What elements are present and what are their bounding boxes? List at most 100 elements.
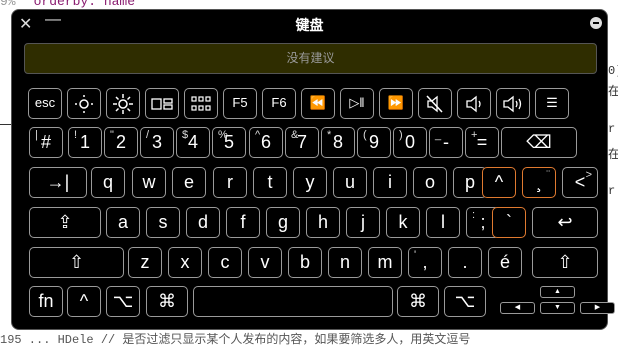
key-bottom-5[interactable]: b bbox=[288, 247, 322, 278]
key-f5[interactable]: F5 bbox=[223, 88, 257, 119]
key-main-char: m bbox=[377, 252, 393, 272]
key-command-right[interactable]: ⌘ bbox=[397, 286, 439, 317]
background-code-bottom: 195 ... HDele // 是否过滤只显示某个人发布的内容，如果要筛选多人… bbox=[0, 333, 471, 347]
key-bottom-3[interactable]: c bbox=[208, 247, 242, 278]
key-secondary-char: > bbox=[585, 169, 592, 181]
key-caps-lock[interactable]: ⇪ bbox=[29, 207, 101, 238]
key-volume-down[interactable] bbox=[457, 88, 491, 119]
key-5[interactable]: t bbox=[253, 167, 287, 198]
key-bottom-4[interactable]: v bbox=[248, 247, 282, 278]
code-text: orderby: name bbox=[33, 0, 136, 9]
key-control[interactable]: ^ bbox=[67, 286, 101, 317]
key-home-6[interactable]: h bbox=[306, 207, 340, 238]
key-home-2[interactable]: s bbox=[146, 207, 180, 238]
key-home-3[interactable]: d bbox=[186, 207, 220, 238]
key-0[interactable]: →| bbox=[29, 167, 87, 198]
key-menu[interactable]: ☰ bbox=[535, 88, 569, 119]
key-command-left[interactable]: ⌘ bbox=[146, 286, 188, 317]
key-3[interactable]: e bbox=[172, 167, 206, 198]
key-main-char: ^ bbox=[494, 172, 504, 192]
key-home-7[interactable]: j bbox=[346, 207, 380, 238]
key-play-pause[interactable]: ▷‖ bbox=[340, 88, 374, 119]
key-option-left[interactable]: ⌥ bbox=[106, 286, 140, 317]
key-secondary-char: " bbox=[110, 129, 114, 141]
key-#[interactable]: # | bbox=[29, 127, 63, 158]
key-space[interactable] bbox=[193, 286, 393, 317]
key-main-char: ⌥ bbox=[454, 291, 476, 311]
mute-icon bbox=[425, 95, 445, 113]
key-launchpad[interactable] bbox=[184, 88, 218, 119]
key-delete[interactable]: ⌫ bbox=[501, 127, 577, 158]
key-mute[interactable] bbox=[418, 88, 452, 119]
key-arrow-up[interactable]: ▲ bbox=[540, 286, 575, 298]
key-home-11[interactable]: ` bbox=[492, 207, 526, 238]
key-arrow-left[interactable]: ◀ bbox=[500, 302, 535, 314]
key-home-5[interactable]: g bbox=[266, 207, 300, 238]
key-0[interactable]: 0) bbox=[393, 127, 427, 158]
key-bottom-1[interactable]: z bbox=[128, 247, 162, 278]
key-13[interactable]: < > bbox=[562, 167, 598, 198]
key-bottom-9[interactable]: . bbox=[448, 247, 482, 278]
key-main-char: t bbox=[267, 172, 273, 192]
key-main-char: →| bbox=[46, 172, 70, 192]
key-9[interactable]: o bbox=[413, 167, 447, 198]
key-3[interactable]: 3/ bbox=[140, 127, 174, 158]
key-7[interactable]: u bbox=[333, 167, 367, 198]
key-4[interactable]: 4 $ bbox=[176, 127, 210, 158]
line-number: 9% bbox=[0, 0, 16, 9]
key-2[interactable]: 2 " bbox=[104, 127, 138, 158]
key-bottom-7[interactable]: m bbox=[368, 247, 402, 278]
key-2[interactable]: w bbox=[132, 167, 166, 198]
key-1[interactable]: q bbox=[91, 167, 125, 198]
key-bottom-2[interactable]: x bbox=[168, 247, 202, 278]
key-8[interactable]: i bbox=[373, 167, 407, 198]
key-arrow-right[interactable]: ▶ bbox=[580, 302, 615, 314]
key-4[interactable]: r bbox=[213, 167, 247, 198]
key-home-4[interactable]: f bbox=[226, 207, 260, 238]
key-bottom-8[interactable]: , ' bbox=[408, 247, 442, 278]
key-7[interactable]: 7 & bbox=[285, 127, 319, 158]
key-home-8[interactable]: k bbox=[386, 207, 420, 238]
key-shift-left[interactable]: ⇧ bbox=[29, 247, 124, 278]
key-fast-forward[interactable]: ⏩ bbox=[379, 88, 413, 119]
key-main-char: l bbox=[441, 212, 445, 232]
key--[interactable]: - _ bbox=[429, 127, 463, 158]
key-secondary-char: & bbox=[291, 129, 299, 141]
key-9[interactable]: 9( bbox=[357, 127, 391, 158]
key-main-char: ¸ bbox=[536, 172, 542, 192]
key-main-char: 3 bbox=[151, 132, 162, 152]
key-home-1[interactable]: a bbox=[106, 207, 140, 238]
key-main-char: ⌘ bbox=[158, 291, 176, 311]
key-6[interactable]: 6 ^ bbox=[249, 127, 283, 158]
key-8[interactable]: 8 * bbox=[321, 127, 355, 158]
key-home-9[interactable]: l bbox=[426, 207, 460, 238]
key-11[interactable]: ^ bbox=[482, 167, 516, 198]
background-fragment: 0) bbox=[608, 64, 618, 78]
key-arrow-down[interactable]: ▼ bbox=[540, 302, 575, 314]
key-bottom-6[interactable]: n bbox=[328, 247, 362, 278]
key-6[interactable]: y bbox=[293, 167, 327, 198]
key-volume-up[interactable] bbox=[496, 88, 530, 119]
key-shift-right[interactable]: ⇧ bbox=[532, 247, 598, 278]
key-menu-label: ☰ bbox=[546, 95, 558, 110]
key-1[interactable]: 1! bbox=[68, 127, 102, 158]
key-brightness-down[interactable] bbox=[67, 88, 101, 119]
keyboard-viewer-window: ✕ — 键盘 没有建议 esc F5 F6 ⏪ ▷‖ ⏩ ☰ # | 1! 2 " 3/4 $5% 6 ^ 7 &… bbox=[11, 9, 615, 330]
key-main-char: 4 bbox=[187, 132, 198, 152]
key-secondary-char: ( bbox=[363, 129, 367, 141]
key-secondary-char: ¨ bbox=[546, 169, 550, 181]
key-mission-control[interactable] bbox=[145, 88, 179, 119]
key-=[interactable]: = + bbox=[465, 127, 499, 158]
key-5[interactable]: 5% bbox=[212, 127, 246, 158]
key-rewind[interactable]: ⏪ bbox=[301, 88, 335, 119]
key-f6[interactable]: F6 bbox=[262, 88, 296, 119]
key-fn[interactable]: fn bbox=[29, 286, 63, 317]
key-12[interactable]: ¸ ¨ bbox=[522, 167, 556, 198]
key-brightness-up[interactable] bbox=[106, 88, 140, 119]
key-esc[interactable]: esc bbox=[28, 88, 62, 119]
key-bottom-10[interactable]: é bbox=[488, 247, 522, 278]
key-main-char: 8 bbox=[332, 132, 343, 152]
key-option-right[interactable]: ⌥ bbox=[444, 286, 486, 317]
key-return[interactable]: ↩ bbox=[532, 207, 598, 238]
options-icon[interactable] bbox=[590, 17, 602, 29]
